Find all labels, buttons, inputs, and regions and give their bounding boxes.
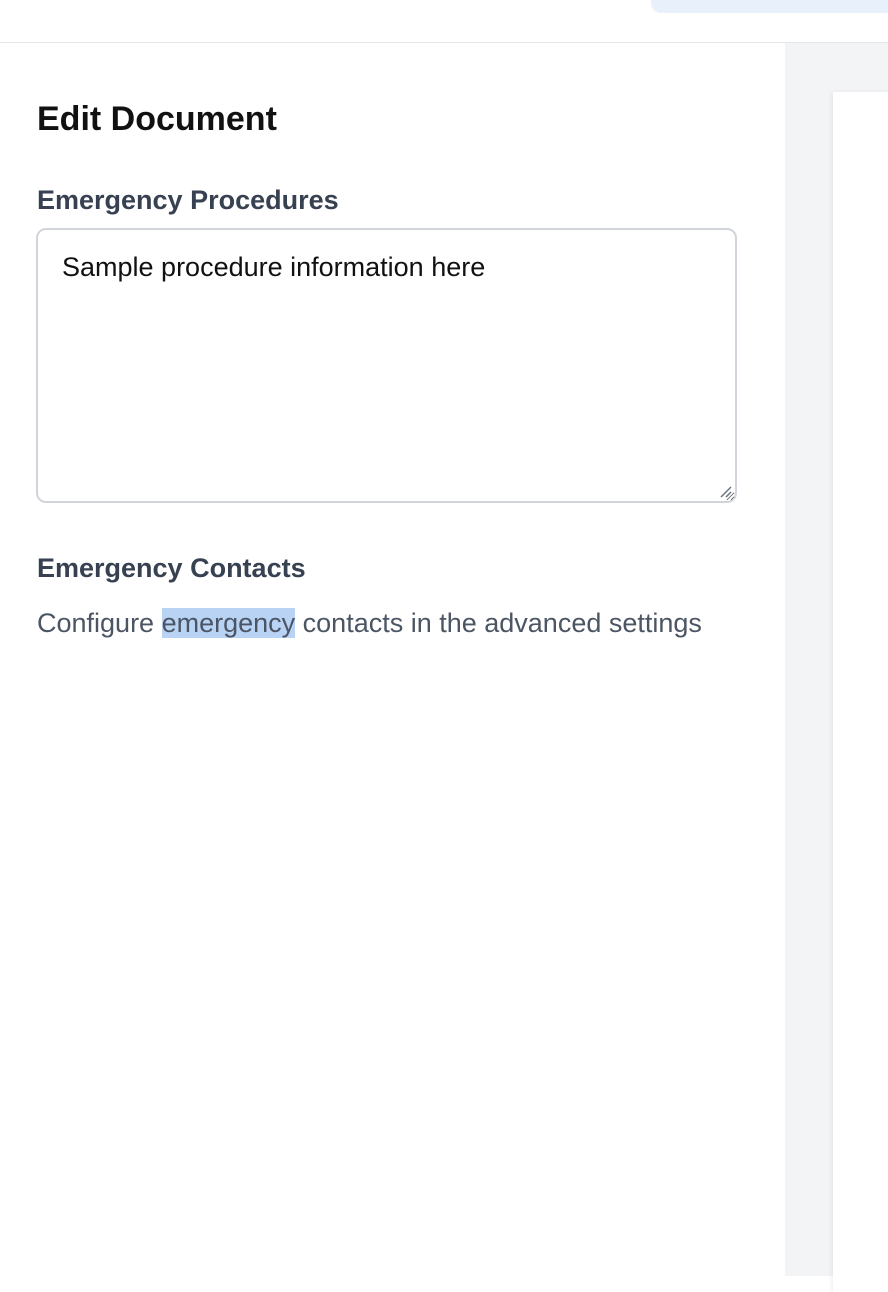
help-text-start: Configure	[37, 608, 162, 638]
document-preview-page	[833, 92, 888, 1292]
selected-text: emergency	[161, 608, 296, 638]
emergency-procedures-label: Emergency Procedures	[37, 185, 339, 215]
resize-handle-icon[interactable]	[718, 484, 732, 498]
help-text-end: contacts in the advanced settings	[295, 608, 702, 638]
page-title: Edit Document	[37, 100, 277, 138]
top-bar	[0, 0, 888, 43]
emergency-procedures-textarea[interactable]: Sample procedure information here	[36, 228, 737, 503]
emergency-contacts-label: Emergency Contacts	[37, 553, 306, 583]
top-bar-tab[interactable]	[651, 0, 888, 13]
emergency-contacts-help-text: Configure emergency contacts in the adva…	[37, 603, 737, 643]
document-preview-area	[785, 43, 888, 1292]
edit-document-panel: Edit Document Emergency Procedures Sampl…	[0, 43, 785, 1276]
